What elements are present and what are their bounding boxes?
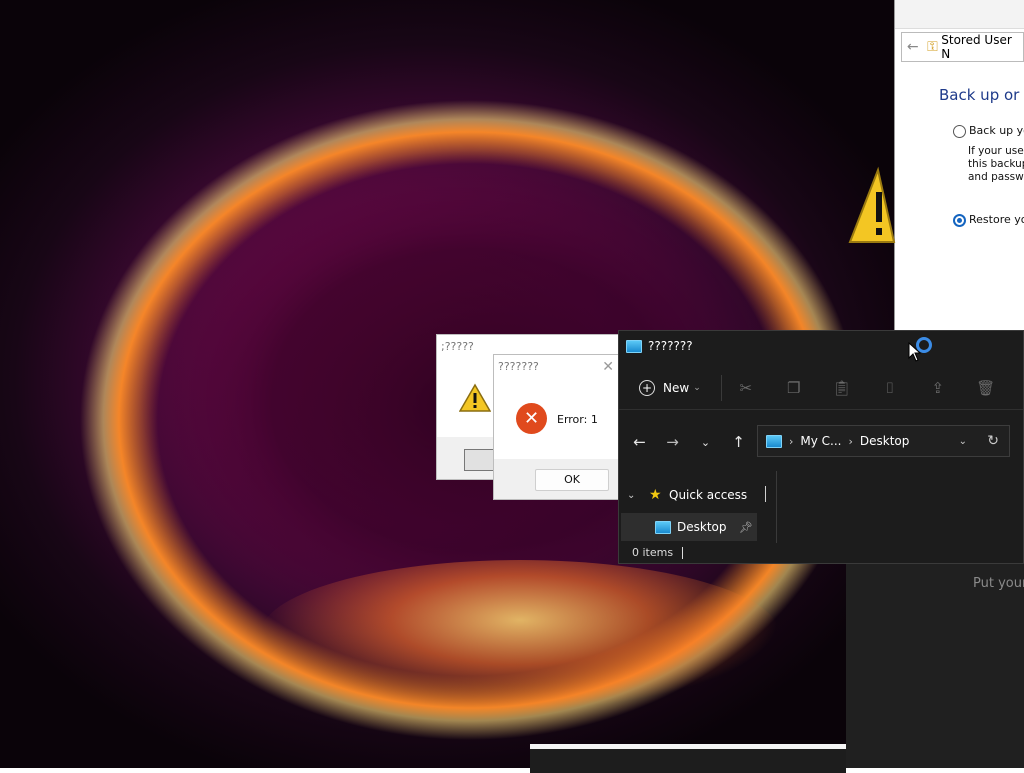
rename-icon[interactable]: ⌷	[866, 379, 914, 397]
new-label: New	[663, 381, 690, 395]
share-icon[interactable]: ⇪	[914, 379, 962, 397]
chevron-down-icon: ⌄	[693, 383, 701, 393]
desc-line: and passwo	[968, 171, 1024, 183]
desc-line: If your user n	[968, 145, 1024, 157]
paste-icon[interactable]: 📋︎	[818, 379, 866, 397]
sidebar-item-desktop[interactable]: Desktop 📌︎	[621, 513, 757, 541]
up-arrow-icon[interactable]: ↑	[722, 433, 755, 451]
drive-icon	[766, 434, 782, 448]
drive-icon	[626, 339, 642, 353]
backup-radio[interactable]	[953, 125, 966, 138]
navigation-row: ← → ⌄ ↑ › My C... › Desktop ⌄ ↻	[619, 425, 1023, 459]
address-bar: ← ⚿ Stored User N	[901, 32, 1024, 62]
navigation-pane: ⌄ ★ Quick access Desktop 📌︎	[619, 483, 779, 541]
pane-divider[interactable]	[776, 471, 777, 543]
plus-icon: +	[639, 380, 655, 396]
window-title: ???????	[648, 339, 693, 353]
recent-locations-chevron-icon[interactable]: ⌄	[689, 436, 722, 449]
command-bar: + New ⌄ ✂ ❐ 📋︎ ⌷ ⇪ 🗑︎	[619, 367, 1023, 410]
bottom-window-strip	[530, 744, 846, 773]
error-message: Error: 1	[557, 413, 598, 426]
breadcrumb-current[interactable]: Desktop	[860, 434, 910, 448]
chevron-right-icon: ›	[789, 434, 794, 448]
sidebar-item-quick-access[interactable]: ⌄ ★ Quick access	[619, 483, 779, 507]
star-icon: ★	[649, 487, 662, 503]
back-arrow-icon[interactable]: ←	[902, 39, 924, 55]
dialog-title: ???????	[494, 355, 620, 379]
dark-panel: Put your	[846, 560, 1024, 768]
forward-arrow-icon[interactable]: →	[656, 433, 689, 451]
address-bar[interactable]: › My C... › Desktop ⌄ ↻	[757, 425, 1010, 457]
chevron-right-icon: ›	[848, 434, 853, 448]
close-icon[interactable]: ✕	[602, 359, 614, 375]
text-caret	[765, 486, 766, 502]
file-explorer-window: ??????? + New ⌄ ✂ ❐ 📋︎ ⌷ ⇪ 🗑︎ ← → ⌄ ↑ › …	[618, 330, 1024, 564]
copy-icon[interactable]: ❐	[770, 379, 818, 397]
window-titlebar	[895, 0, 1024, 29]
desc-line: this backup	[968, 158, 1024, 170]
chevron-down-icon[interactable]: ⌄	[959, 436, 967, 447]
pin-icon[interactable]: 📌︎	[739, 521, 753, 534]
new-button[interactable]: + New ⌄	[639, 380, 701, 396]
panel-text: Put your	[973, 576, 1024, 591]
wallpaper-glow	[260, 560, 780, 710]
status-bar: 0 items	[632, 546, 684, 559]
warning-icon	[459, 383, 491, 412]
refresh-icon[interactable]: ↻	[987, 433, 999, 449]
backup-description: If your user n this backup and passwo	[968, 145, 1024, 184]
error-icon: ✕	[516, 403, 547, 434]
breadcrumb-root[interactable]: My C...	[800, 434, 841, 448]
backup-option-label: Back up you	[969, 124, 1024, 137]
cut-icon[interactable]: ✂	[722, 379, 770, 397]
delete-icon[interactable]: 🗑︎	[962, 379, 1010, 397]
window-title: Stored User N	[941, 33, 1012, 61]
restore-radio[interactable]	[953, 214, 966, 227]
desktop-icon	[655, 520, 671, 534]
warning-icon	[848, 166, 896, 243]
explorer-titlebar: ???????	[619, 331, 1023, 361]
mouse-cursor-icon	[908, 342, 922, 362]
sidebar-item-label: Desktop	[677, 520, 727, 534]
stored-user-names-window: ← ⚿ Stored User N Back up or re Back up …	[894, 0, 1024, 330]
status-divider	[682, 547, 684, 559]
back-arrow-icon[interactable]: ←	[623, 433, 656, 451]
item-count: 0 items	[632, 546, 674, 559]
page-heading: Back up or re	[939, 86, 1024, 104]
ok-button[interactable]: OK	[535, 469, 609, 491]
key-icon: ⚿	[927, 39, 938, 55]
quick-access-label: Quick access	[669, 488, 748, 502]
restore-option-label: Restore you	[969, 213, 1024, 226]
chevron-down-icon[interactable]: ⌄	[627, 490, 649, 501]
error-dialog: ??????? ✕ ✕ Error: 1 OK	[493, 354, 621, 500]
